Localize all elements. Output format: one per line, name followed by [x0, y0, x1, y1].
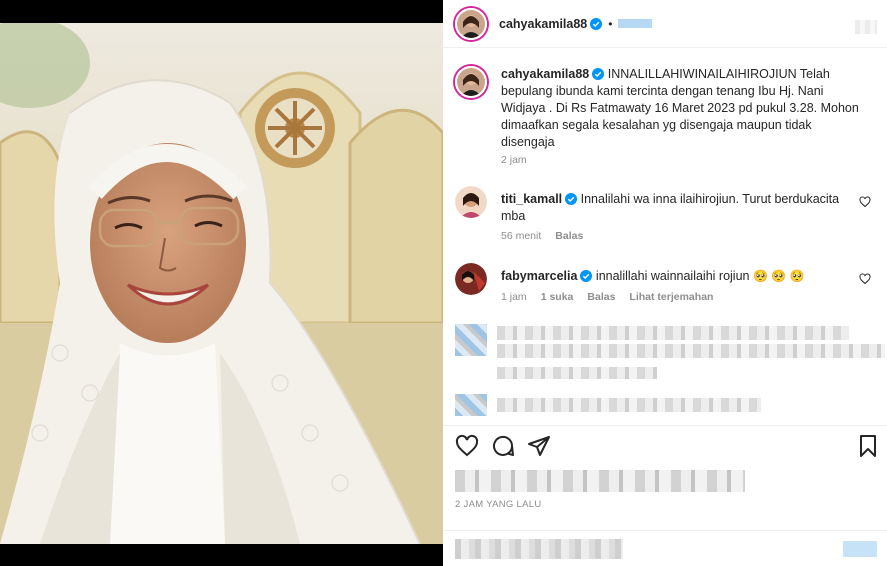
commenter-avatar[interactable] [455, 263, 487, 295]
comment-text: titi_kamall Innalilahi wa inna ilaihiroj… [501, 191, 863, 225]
blurred-text [497, 398, 761, 412]
post-side-panel: cahyakamila88 • cahyakamila88 INNALILLAH… [443, 0, 887, 566]
comment-time[interactable]: 56 menit [501, 230, 541, 242]
comment-time[interactable]: 1 jam [501, 291, 527, 303]
likes-count[interactable] [455, 470, 745, 492]
post-actions: 2 JAM YANG LALU [443, 425, 887, 545]
share-icon[interactable] [527, 434, 551, 458]
comment-username[interactable]: fabymarcelia [501, 269, 577, 283]
post-header: cahyakamila88 • [443, 0, 887, 48]
reply-button[interactable]: Balas [555, 230, 583, 242]
portrait-image [0, 23, 443, 544]
verified-badge-icon [590, 17, 603, 30]
pleading-face-emojis: 🥺 🥺 🥺 [752, 269, 805, 283]
comment-likes[interactable]: 1 suka [541, 291, 574, 303]
add-comment-bar [443, 530, 887, 566]
blurred-text [497, 326, 849, 340]
comment-item: titi_kamall Innalilahi wa inna ilaihiroj… [455, 186, 875, 246]
post-photo [0, 23, 443, 544]
blurred-text [497, 367, 657, 379]
more-options-button[interactable] [855, 20, 877, 34]
bookmark-icon[interactable] [856, 434, 880, 458]
separator-dot: • [608, 16, 613, 31]
comment-meta: 56 menit Balas [501, 230, 583, 242]
caption-meta: 2 jam [501, 154, 527, 166]
comment-username[interactable]: titi_kamall [501, 192, 562, 206]
caption-username[interactable]: cahyakamila88 [501, 67, 589, 81]
comment-icon[interactable] [491, 434, 515, 458]
caption-entry: cahyakamila88 INNALILLAHIWINAILAIHIROJIU… [455, 66, 875, 176]
see-translation-button[interactable]: Lihat terjemahan [629, 291, 713, 303]
comment-item: fabymarcelia innalillahi wainnailaihi ro… [455, 263, 875, 323]
author-username[interactable]: cahyakamila88 [499, 17, 587, 31]
blurred-avatar [455, 324, 487, 356]
caption-avatar[interactable] [455, 66, 487, 98]
comment-like-icon[interactable] [859, 196, 871, 208]
blurred-text [497, 344, 885, 358]
comment-like-icon[interactable] [859, 273, 871, 285]
heart-icon[interactable] [455, 434, 479, 458]
comment-meta: 1 jam 1 suka Balas Lihat terjemahan [501, 291, 713, 303]
comment-text: fabymarcelia innalillahi wainnailaihi ro… [501, 268, 863, 285]
add-comment-input[interactable] [455, 539, 623, 559]
blurred-avatar [455, 394, 487, 416]
post-time-ago[interactable]: 2 JAM YANG LALU [455, 499, 542, 510]
author-avatar[interactable] [455, 7, 487, 40]
verified-badge-icon [592, 68, 605, 80]
verified-badge-icon [580, 270, 593, 282]
follow-button[interactable] [618, 19, 653, 28]
caption-text: cahyakamila88 INNALILLAHIWINAILAIHIROJIU… [501, 66, 863, 151]
commenter-avatar[interactable] [455, 186, 487, 218]
reply-button[interactable]: Balas [587, 291, 615, 303]
post-comment-button[interactable] [843, 541, 877, 557]
comments-list: cahyakamila88 INNALILLAHIWINAILAIHIROJIU… [443, 49, 887, 425]
comment-body: innalillahi wainnailaihi rojiun [595, 269, 750, 283]
verified-badge-icon [565, 193, 578, 205]
instagram-post-window: cahyakamila88 • cahyakamila88 INNALILLAH… [0, 0, 887, 566]
caption-time[interactable]: 2 jam [501, 154, 527, 166]
